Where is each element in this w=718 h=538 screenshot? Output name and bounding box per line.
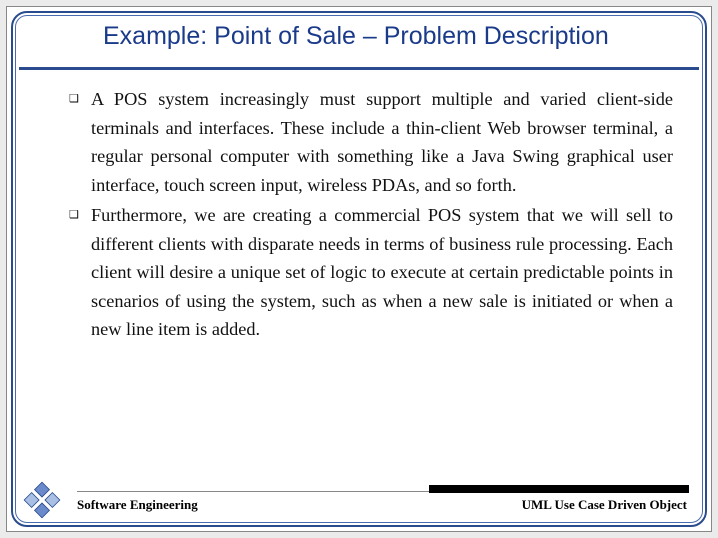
slide-title: Example: Point of Sale – Problem Descrip… <box>103 21 697 52</box>
footer-right-text: UML Use Case Driven Object <box>522 497 687 513</box>
bullet-square-icon <box>69 85 91 199</box>
bullet-text: Furthermore, we are creating a commercia… <box>91 201 673 344</box>
slide-content: A POS system increasingly must support m… <box>69 85 673 346</box>
bullet-item: Furthermore, we are creating a commercia… <box>69 201 673 344</box>
bullet-square-icon <box>69 201 91 344</box>
footer-black-bar <box>429 485 689 493</box>
logo-icon <box>21 479 63 521</box>
slide: Example: Point of Sale – Problem Descrip… <box>6 6 712 532</box>
slide-footer: Software Engineering UML Use Case Driven… <box>77 495 689 519</box>
bullet-item: A POS system increasingly must support m… <box>69 85 673 199</box>
footer-left-text: Software Engineering <box>77 497 198 513</box>
bullet-text: A POS system increasingly must support m… <box>91 85 673 199</box>
title-underline <box>19 67 699 70</box>
